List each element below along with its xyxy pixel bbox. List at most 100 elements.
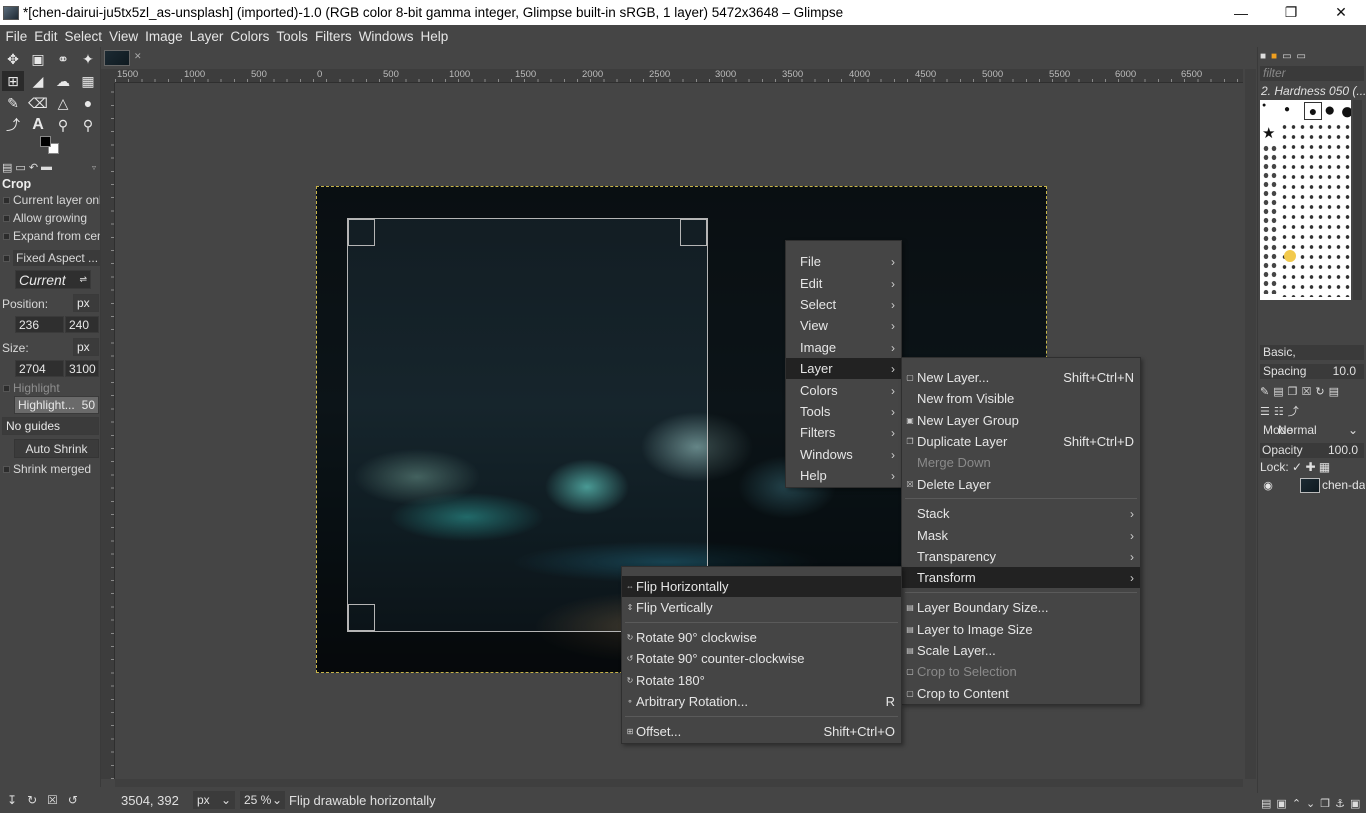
context-menu-layer[interactable]: Layer › <box>786 358 901 379</box>
restore-tool-preset-icon[interactable]: ↻ <box>27 793 37 807</box>
context-menu-edit[interactable]: Edit › <box>786 273 901 294</box>
spacing-slider[interactable]: Spacing 10.0 <box>1260 364 1364 379</box>
new-layer-group-item[interactable]: ▣ New Layer Group <box>902 410 1140 431</box>
menu-colors[interactable]: Colors <box>227 29 273 44</box>
context-menu-select[interactable]: Select › <box>786 294 901 315</box>
edit-brush-icon[interactable]: ✎ <box>1260 385 1269 398</box>
layer-to-image-size-item[interactable]: ▤ Layer to Image Size <box>902 619 1140 640</box>
crop-handle-bottom-left[interactable] <box>348 604 375 631</box>
mask-item[interactable]: Mask › <box>902 525 1140 546</box>
context-menu-tools[interactable]: Tools › <box>786 401 901 422</box>
lower-icon[interactable]: ⌄ <box>1306 797 1315 810</box>
menu-edit[interactable]: Edit <box>31 29 61 44</box>
patterns-tab-icon[interactable]: ■ <box>1271 51 1277 62</box>
transform-item[interactable]: Transform › <box>902 567 1140 588</box>
highlight-opacity-slider[interactable]: Highlight... 50 <box>14 396 99 414</box>
highlight-checkbox[interactable]: Highlight <box>0 381 100 395</box>
smudge-tool-icon[interactable]: ● <box>77 93 99 113</box>
transparency-item[interactable]: Transparency › <box>902 546 1140 567</box>
new-from-visible-item[interactable]: New from Visible <box>902 388 1140 409</box>
refresh-brush-icon[interactable]: ↻ <box>1315 385 1324 398</box>
paintbrush-tool-icon[interactable]: ✎ <box>2 93 24 113</box>
rect-select-tool-icon[interactable]: ▣ <box>27 49 49 69</box>
layer-list-item[interactable]: ◉ chen-da <box>1258 474 1366 496</box>
context-menu-colors[interactable]: Colors › <box>786 380 901 401</box>
size-width-input[interactable]: 2704 <box>15 360 64 377</box>
unit-select[interactable]: px ⌄ <box>193 791 235 809</box>
brush-preset-select[interactable]: Basic, <box>1260 345 1364 360</box>
lock-alpha-icon[interactable]: ▦ <box>1319 460 1330 474</box>
new-layer-icon[interactable]: ▤ <box>1261 797 1271 810</box>
clone-tool-icon[interactable]: △ <box>52 93 74 113</box>
move-tool-icon[interactable]: ✥ <box>2 49 24 69</box>
crop-handle-top-left[interactable] <box>348 219 375 246</box>
crop-to-content-item[interactable]: ▢ Crop to Content <box>902 683 1140 704</box>
paths-tab-icon[interactable]: ⤴ <box>1288 403 1299 419</box>
stack-item[interactable]: Stack › <box>902 503 1140 524</box>
minimize-button[interactable]: — <box>1216 0 1266 25</box>
paths-tool-icon[interactable]: ⤴ <box>2 115 24 135</box>
new-layer-item[interactable]: ▢ New Layer... Shift+Ctrl+N <box>902 367 1140 388</box>
context-menu-view[interactable]: View › <box>786 315 901 336</box>
scale-layer-item[interactable]: ▤ Scale Layer... <box>902 640 1140 661</box>
duplicate-layer-item[interactable]: ❐ Duplicate Layer Shift+Ctrl+D <box>902 431 1140 452</box>
color-picker-tool-icon[interactable]: ⚲ <box>52 115 74 135</box>
reset-tool-options-icon[interactable]: ↺ <box>68 793 78 807</box>
maximize-button[interactable]: ❐ <box>1266 0 1316 25</box>
mask-icon[interactable]: ▣ <box>1350 797 1360 810</box>
brush-item[interactable]: ● <box>1262 102 1266 109</box>
menu-filters[interactable]: Filters <box>311 29 355 44</box>
document-history-tab-icon[interactable]: ▭ <box>1297 51 1306 62</box>
fixed-aspect-checkbox[interactable]: Fixed Aspect ... <box>0 250 100 266</box>
duplicate-icon[interactable]: ❐ <box>1320 797 1330 810</box>
brush-textures[interactable] <box>1280 122 1350 297</box>
rotate-180-item[interactable]: ↻ Rotate 180° <box>622 670 901 691</box>
new-brush-icon[interactable]: ▤ <box>1273 385 1283 398</box>
eraser-tool-icon[interactable]: ⌫ <box>27 93 49 113</box>
brush-item[interactable]: ● <box>1284 104 1290 115</box>
auto-shrink-button[interactable]: Auto Shrink <box>14 439 99 458</box>
brush-grid[interactable]: ● ● ● ● ● ★ <box>1260 100 1351 300</box>
arbitrary-rotation-item[interactable]: ⚬ Arbitrary Rotation... R <box>622 691 901 712</box>
images-tab-icon[interactable]: ▬ <box>41 161 52 173</box>
lock-pixels-icon[interactable]: ✓ <box>1292 460 1302 474</box>
menu-select[interactable]: Select <box>61 29 106 44</box>
zoom-tool-icon[interactable]: ⚲ <box>77 115 99 135</box>
vertical-scrollbar[interactable] <box>1245 69 1256 779</box>
lock-position-icon[interactable]: ✚ <box>1305 460 1315 474</box>
guides-select[interactable]: No guides <box>2 417 99 435</box>
position-y-input[interactable]: 240 <box>65 316 99 333</box>
image-tab-close-icon[interactable]: ✕ <box>134 51 142 62</box>
save-tool-preset-icon[interactable]: ↧ <box>7 793 17 807</box>
context-menu-filters[interactable]: Filters › <box>786 422 901 443</box>
lasso-tool-icon[interactable]: ⚭ <box>52 49 74 69</box>
brush-item[interactable] <box>1284 250 1296 262</box>
menu-layer[interactable]: Layer <box>186 29 227 44</box>
gradient-tool-icon[interactable]: ▦ <box>77 71 99 91</box>
duplicate-brush-icon[interactable]: ❐ <box>1288 385 1298 398</box>
new-group-icon[interactable]: ▣ <box>1276 797 1286 810</box>
delete-tool-preset-icon[interactable]: ☒ <box>47 793 58 807</box>
layer-opacity-slider[interactable]: Opacity 100.0 <box>1260 443 1364 458</box>
current-layer-only-checkbox[interactable]: Current layer onl <box>0 193 100 207</box>
offset-item[interactable]: ⊞ Offset... Shift+Ctrl+O <box>622 721 901 742</box>
position-unit-select[interactable]: px <box>73 294 99 312</box>
layer-mode-select[interactable]: Mode Normal ⌄ <box>1260 423 1364 438</box>
menu-windows[interactable]: Windows <box>355 29 417 44</box>
anchor-icon[interactable]: ⚓ <box>1335 797 1345 810</box>
transform-tool-icon[interactable]: ◢ <box>27 71 49 91</box>
allow-growing-checkbox[interactable]: Allow growing <box>0 211 100 225</box>
undo-history-tab-icon[interactable]: ↶ <box>29 161 38 174</box>
flip-horizontally-item[interactable]: ⇔ Flip Horizontally <box>622 576 901 597</box>
fuzzy-select-tool-icon[interactable]: ✦ <box>77 49 99 69</box>
menu-tools[interactable]: Tools <box>273 29 312 44</box>
crop-handle-top-right[interactable] <box>680 219 707 246</box>
context-menu-file[interactable]: File › <box>786 251 901 272</box>
context-menu-image[interactable]: Image › <box>786 337 901 358</box>
brush-filter-input[interactable]: filter <box>1260 66 1364 81</box>
delete-layer-item[interactable]: ☒ Delete Layer <box>902 474 1140 495</box>
shrink-merged-checkbox[interactable]: Shrink merged <box>0 462 100 476</box>
zoom-select[interactable]: 25 % ⌄ <box>240 791 285 809</box>
channels-tab-icon[interactable]: ☷ <box>1274 405 1284 418</box>
fonts-tab-icon[interactable]: ▭ <box>1282 51 1291 62</box>
